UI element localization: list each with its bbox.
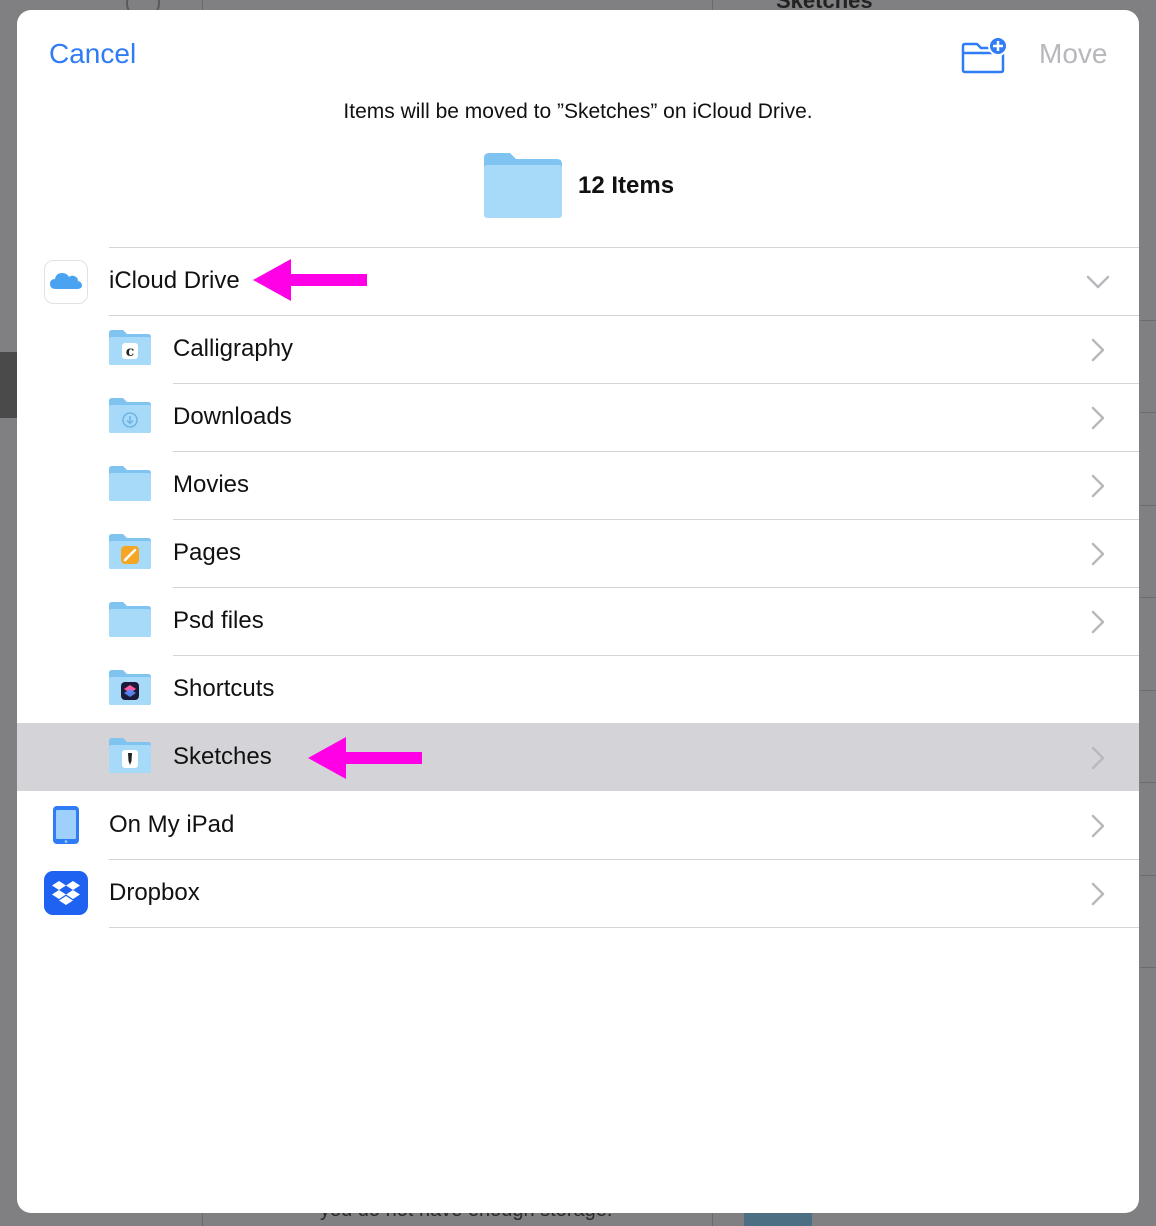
items-count: 12 Items <box>578 172 675 199</box>
chevron-right-icon[interactable] <box>1085 881 1111 912</box>
svg-text:c: c <box>126 344 135 360</box>
pages-folder-icon <box>108 531 152 576</box>
cancel-button[interactable]: Cancel <box>49 38 136 70</box>
icloud-icon <box>44 260 88 309</box>
chevron-right-icon[interactable] <box>1085 541 1111 572</box>
folder-row-downloads[interactable]: Downloads <box>17 383 1139 451</box>
sketches-folder-icon <box>108 735 152 780</box>
move-button[interactable]: Move <box>1039 38 1107 70</box>
folder-row-pages[interactable]: Pages <box>17 519 1139 587</box>
folder-label: Pages <box>173 539 242 566</box>
annotation-arrow-icon <box>253 259 367 301</box>
folder-label: Psd files <box>173 607 264 634</box>
downloads-folder-icon <box>108 395 152 440</box>
folder-row-psd-files[interactable]: Psd files <box>17 587 1139 655</box>
chevron-right-icon[interactable] <box>1085 473 1111 504</box>
destination-message: Items will be moved to ”Sketches” on iCl… <box>343 100 813 123</box>
move-sheet: Cancel Move Items will be moved to ”Sket… <box>17 10 1139 1213</box>
dropbox-icon <box>44 871 88 920</box>
chevron-right-icon[interactable] <box>1085 609 1111 640</box>
folder-row-shortcuts[interactable]: Shortcuts <box>17 655 1139 723</box>
shortcuts-folder-icon <box>108 667 152 712</box>
chevron-right-icon[interactable] <box>1085 813 1111 844</box>
folder-label: Sketches <box>173 743 272 770</box>
folder-label: Calligraphy <box>173 335 294 362</box>
folder-row-movies[interactable]: Movies <box>17 451 1139 519</box>
annotation-arrow-icon <box>308 737 422 779</box>
dropbox-row[interactable]: Dropbox <box>17 859 1139 927</box>
icloud-drive-label: iCloud Drive <box>109 267 240 294</box>
folder-icon <box>484 153 562 218</box>
list-end <box>17 927 1139 928</box>
ipad-icon <box>52 805 80 850</box>
background-sidebar-highlight <box>0 352 17 418</box>
chevron-down-icon[interactable] <box>1085 269 1111 300</box>
folder-label: Movies <box>173 471 250 498</box>
folder-label: Downloads <box>173 403 292 430</box>
icloud-drive-row[interactable]: iCloud Drive <box>17 247 1139 315</box>
folder-label: Shortcuts <box>173 675 275 702</box>
dropbox-label: Dropbox <box>109 879 200 906</box>
on-my-ipad-label: On My iPad <box>109 811 235 838</box>
calligraphy-folder-icon: c <box>108 327 152 372</box>
folder-icon <box>108 463 152 508</box>
folder-row-sketches[interactable]: Sketches <box>17 723 1139 791</box>
folder-icon <box>108 599 152 644</box>
folder-badge-plus-icon[interactable] <box>960 36 1010 76</box>
chevron-right-icon[interactable] <box>1085 337 1111 368</box>
on-my-ipad-row[interactable]: On My iPad <box>17 791 1139 859</box>
chevron-right-icon[interactable] <box>1085 405 1111 436</box>
chevron-right-icon[interactable] <box>1085 745 1111 776</box>
locations-list: iCloud Drive c Calligraphy Downloads Mov… <box>17 247 1139 928</box>
folder-row-calligraphy[interactable]: c Calligraphy <box>17 315 1139 383</box>
